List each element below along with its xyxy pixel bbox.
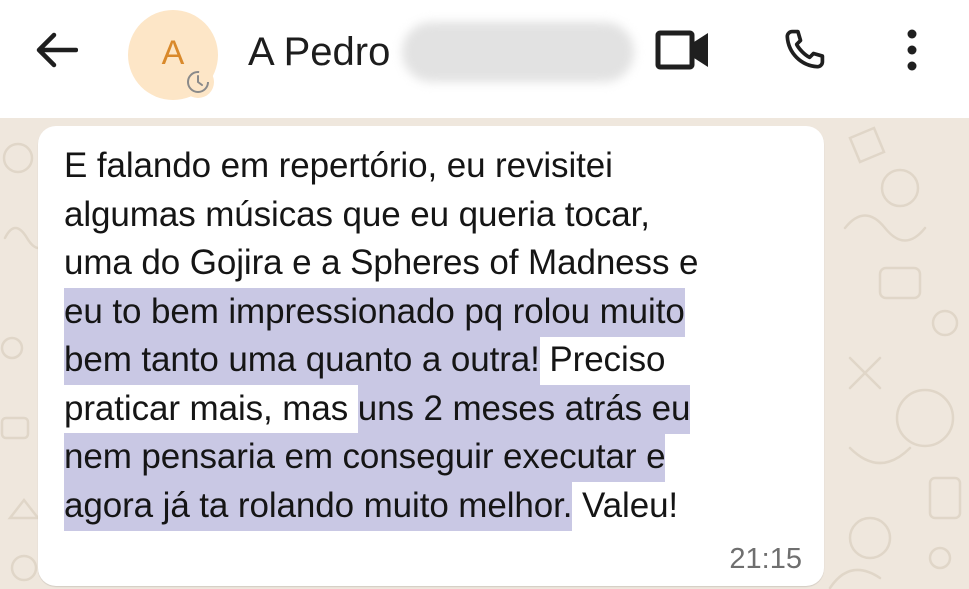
message-line: E falando em repertório, eu revisitei bbox=[64, 142, 814, 191]
message-line: nem pensaria em conseguir executar e bbox=[64, 433, 814, 482]
video-call-button[interactable] bbox=[650, 24, 718, 80]
avatar[interactable]: A bbox=[128, 10, 218, 100]
back-button[interactable] bbox=[28, 28, 84, 76]
text-segment: Valeu! bbox=[572, 485, 679, 525]
highlighted-text: nem pensaria em conseguir executar e bbox=[64, 433, 666, 482]
text-segment: algumas músicas que eu queria tocar, bbox=[64, 194, 650, 234]
text-segment: E falando em repertório, eu revisitei bbox=[64, 146, 613, 185]
redacted-surname bbox=[402, 22, 634, 82]
highlighted-text: bem tanto uma quanto a outra! bbox=[64, 336, 540, 385]
chat-area[interactable]: E falando em repertório, eu revisitei al… bbox=[0, 118, 969, 589]
message-text: E falando em repertório, eu revisitei al… bbox=[64, 142, 814, 531]
voice-call-button[interactable] bbox=[772, 22, 836, 82]
clock-icon bbox=[182, 66, 214, 98]
contact-name[interactable]: A Pedro bbox=[248, 30, 390, 74]
arrow-left-icon bbox=[34, 30, 79, 75]
text-segment: uma do Gojira e a Spheres of Madness e bbox=[64, 243, 699, 282]
message-line: praticar mais, mas uns 2 meses atrás eu bbox=[64, 384, 814, 434]
message-line: algumas músicas que eu queria tocar, bbox=[64, 191, 814, 240]
message-line: bem tanto uma quanto a outra! Preciso bbox=[64, 336, 814, 385]
message-line: agora já ta rolando muito melhor. Valeu! bbox=[64, 481, 814, 531]
video-camera-icon bbox=[654, 28, 714, 77]
message-line: eu to bem impressionado pq rolou muito bbox=[64, 287, 814, 337]
more-vertical-icon bbox=[905, 27, 919, 78]
message-line: uma do Gojira e a Spheres of Madness e bbox=[64, 239, 814, 288]
message-timestamp: 21:15 bbox=[729, 543, 802, 575]
highlighted-text: uns 2 meses atrás eu bbox=[357, 384, 690, 434]
phone-icon bbox=[778, 24, 830, 81]
text-segment: Preciso bbox=[539, 340, 666, 379]
more-options-button[interactable] bbox=[892, 22, 932, 82]
chat-header: A A Pedro bbox=[0, 0, 969, 118]
highlighted-text: eu to bem impressionado pq rolou muito bbox=[64, 287, 685, 337]
text-segment: praticar mais, mas bbox=[64, 388, 358, 428]
highlighted-text: agora já ta rolando muito melhor. bbox=[64, 481, 572, 531]
message-bubble[interactable]: E falando em repertório, eu revisitei al… bbox=[38, 126, 824, 586]
